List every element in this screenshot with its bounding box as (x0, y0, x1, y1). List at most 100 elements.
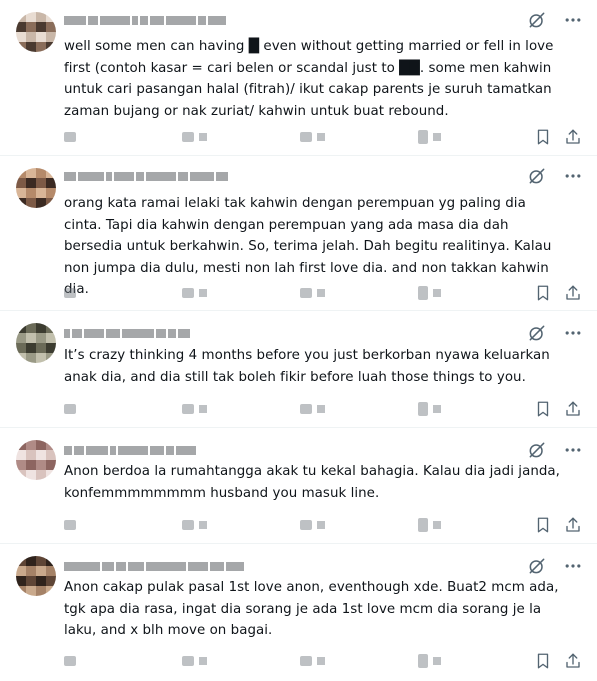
like-icon (300, 520, 312, 530)
reply-icon (64, 520, 76, 530)
more-icon[interactable] (563, 556, 583, 576)
more-icon[interactable] (563, 440, 583, 460)
grok-icon[interactable] (527, 166, 547, 186)
bookmark-icon[interactable] (534, 284, 552, 306)
count-redacted (433, 521, 441, 529)
post-text: Anon berdoa la rumahtangga akak tu kekal… (64, 464, 560, 501)
reply-icon (64, 656, 76, 666)
views-icon (418, 654, 428, 668)
share-icon[interactable] (564, 652, 582, 674)
like-button[interactable] (300, 652, 325, 670)
post-text: well some men can having █ even without … (64, 39, 554, 119)
post-actions (64, 400, 584, 418)
count-redacted (317, 657, 325, 665)
count-redacted (317, 289, 325, 297)
author-name-redacted[interactable] (64, 327, 264, 339)
like-button[interactable] (300, 516, 325, 534)
like-button[interactable] (300, 400, 325, 418)
avatar[interactable] (16, 168, 56, 208)
more-icon[interactable] (563, 166, 583, 186)
count-redacted (433, 289, 441, 297)
reply-feed: well some men can having █ even without … (0, 0, 597, 681)
post-actions (64, 284, 584, 302)
post-top-actions (527, 10, 583, 30)
like-button[interactable] (300, 128, 325, 146)
views-icon (418, 518, 428, 532)
repost-button[interactable] (182, 128, 207, 146)
author-name-redacted[interactable] (64, 444, 264, 456)
share-icon[interactable] (564, 400, 582, 422)
bookmark-icon[interactable] (534, 128, 552, 150)
share-icon[interactable] (564, 284, 582, 306)
share-icon[interactable] (564, 516, 582, 538)
views-button[interactable] (418, 128, 441, 146)
author-name-redacted[interactable] (64, 560, 264, 572)
count-redacted (317, 133, 325, 141)
repost-icon (182, 656, 194, 666)
repost-button[interactable] (182, 400, 207, 418)
reply-icon (64, 288, 76, 298)
views-icon (418, 286, 428, 300)
reply-button[interactable] (64, 516, 76, 534)
count-redacted (317, 405, 325, 413)
repost-icon (182, 520, 194, 530)
repost-icon (182, 404, 194, 414)
grok-icon[interactable] (527, 10, 547, 30)
count-redacted (199, 521, 207, 529)
post-actions (64, 516, 584, 534)
repost-icon (182, 132, 194, 142)
bookmark-icon[interactable] (534, 652, 552, 674)
count-redacted (199, 133, 207, 141)
reply-button[interactable] (64, 400, 76, 418)
views-icon (418, 402, 428, 416)
count-redacted (199, 657, 207, 665)
post-top-actions (527, 323, 583, 343)
like-icon (300, 132, 312, 142)
more-icon[interactable] (563, 10, 583, 30)
views-button[interactable] (418, 652, 441, 670)
like-icon (300, 404, 312, 414)
grok-icon[interactable] (527, 440, 547, 460)
post-actions (64, 652, 584, 670)
count-redacted (433, 657, 441, 665)
more-icon[interactable] (563, 323, 583, 343)
post-text: Anon cakap pulak pasal 1st love anon, ev… (64, 580, 559, 638)
like-icon (300, 656, 312, 666)
count-redacted (199, 289, 207, 297)
bookmark-icon[interactable] (534, 400, 552, 422)
avatar[interactable] (16, 556, 56, 596)
count-redacted (317, 521, 325, 529)
views-button[interactable] (418, 400, 441, 418)
views-button[interactable] (418, 516, 441, 534)
post-divider (0, 310, 597, 311)
post-divider (0, 427, 597, 428)
reply-button[interactable] (64, 284, 76, 302)
count-redacted (433, 133, 441, 141)
repost-button[interactable] (182, 284, 207, 302)
bookmark-icon[interactable] (534, 516, 552, 538)
post-text: It’s crazy thinking 4 months before you … (64, 348, 550, 385)
like-icon (300, 288, 312, 298)
share-icon[interactable] (564, 128, 582, 150)
reply-button[interactable] (64, 128, 76, 146)
post-top-actions (527, 556, 583, 576)
author-name-redacted[interactable] (64, 14, 264, 26)
grok-icon[interactable] (527, 323, 547, 343)
like-button[interactable] (300, 284, 325, 302)
reply-button[interactable] (64, 652, 76, 670)
post-actions (64, 128, 584, 146)
author-name-redacted[interactable] (64, 170, 264, 182)
post-top-actions (527, 166, 583, 186)
repost-button[interactable] (182, 652, 207, 670)
repost-button[interactable] (182, 516, 207, 534)
reply-icon (64, 132, 76, 142)
count-redacted (433, 405, 441, 413)
views-button[interactable] (418, 284, 441, 302)
post-divider (0, 155, 597, 156)
reply-icon (64, 404, 76, 414)
grok-icon[interactable] (527, 556, 547, 576)
avatar[interactable] (16, 323, 56, 363)
views-icon (418, 130, 428, 144)
avatar[interactable] (16, 12, 56, 52)
avatar[interactable] (16, 440, 56, 480)
